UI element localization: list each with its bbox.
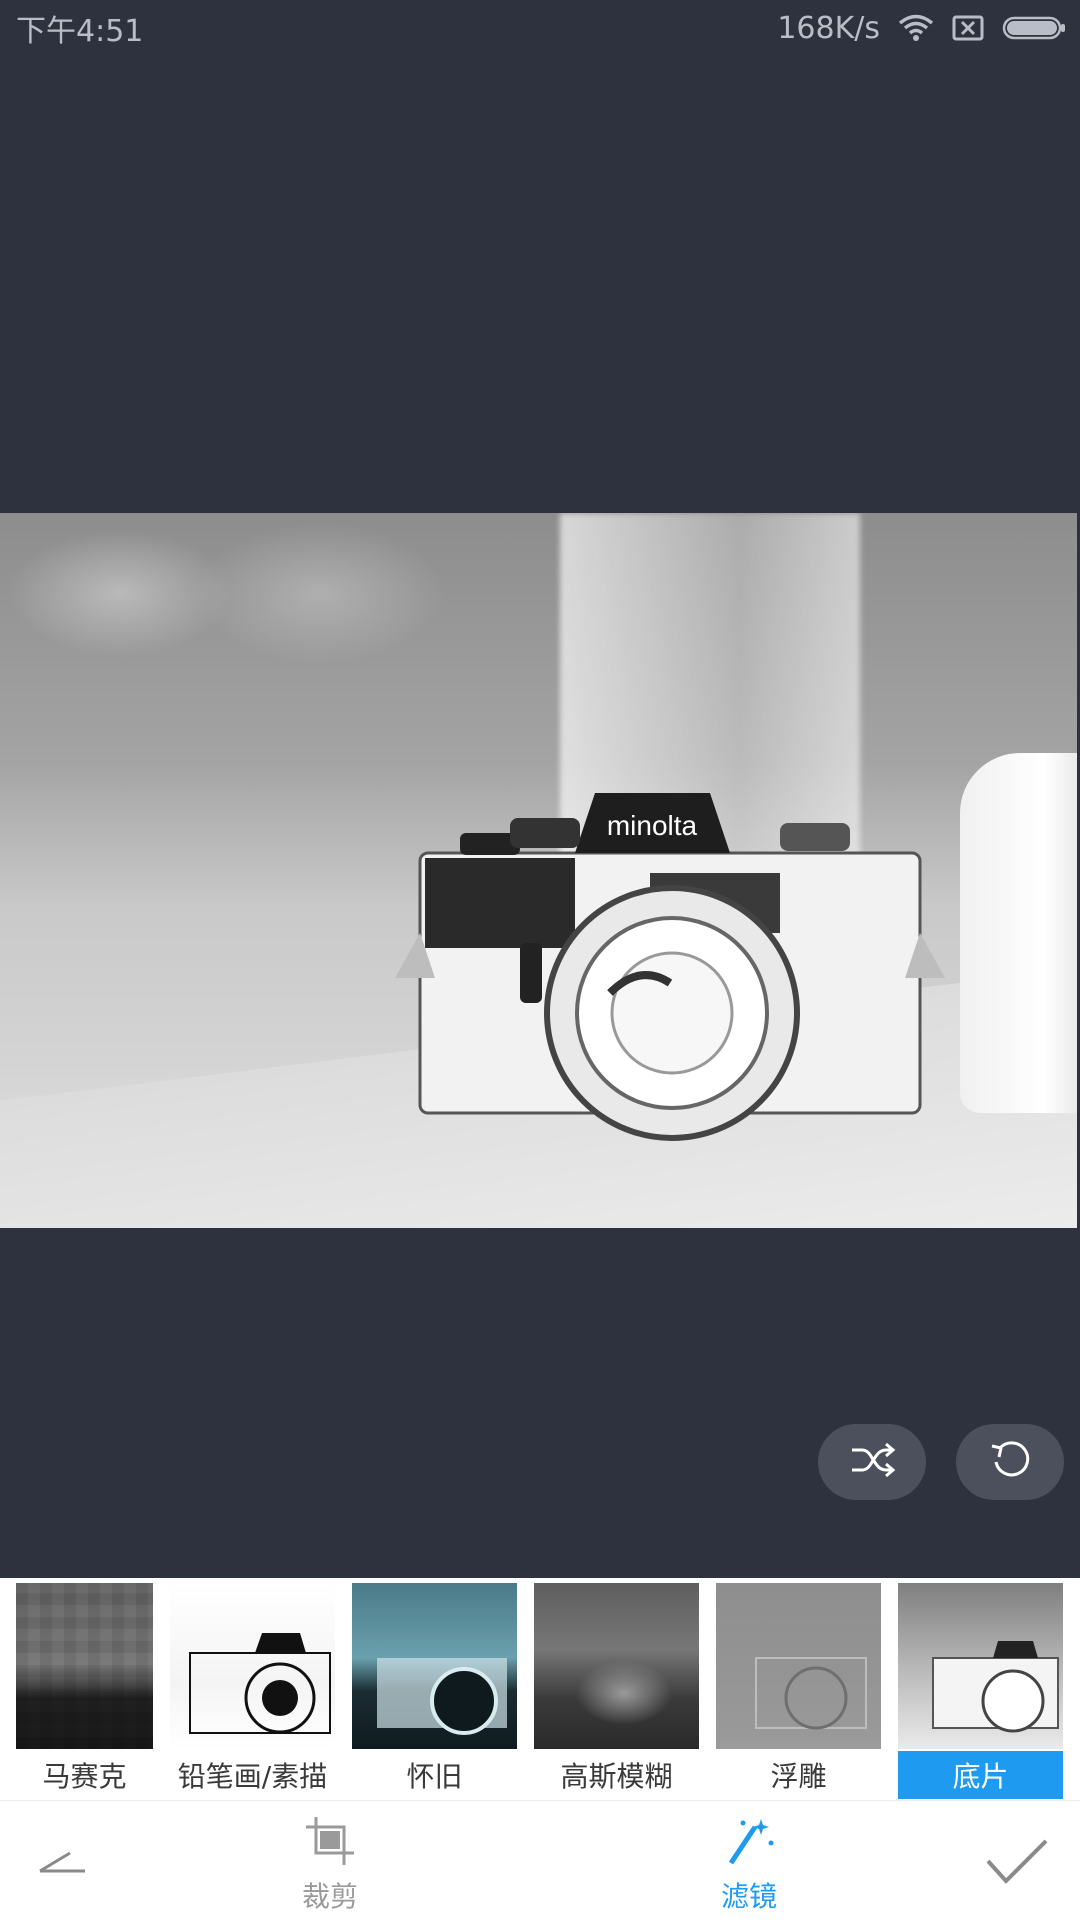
status-time: 下午4:51 (16, 14, 144, 49)
filter-tool-button[interactable]: 滤镜 (689, 1815, 809, 1915)
photo-bottle (960, 753, 1077, 1113)
crop-tool-button[interactable]: 裁剪 (270, 1815, 390, 1915)
filter-label: 怀旧 (352, 1751, 517, 1799)
no-sim-icon (952, 15, 984, 41)
filter-thumbnail (170, 1583, 335, 1749)
filter-thumbnail (352, 1583, 517, 1749)
filter-label-tool: 滤镜 (720, 1880, 777, 1913)
filter-label: 底片 (898, 1751, 1063, 1799)
filter-thumbnail (898, 1583, 1063, 1749)
filter-thumbnail (716, 1583, 881, 1749)
edited-photo: minolta (0, 513, 1077, 1228)
filter-label: 马赛克 (16, 1751, 153, 1799)
camera-brand: minolta (607, 810, 698, 841)
filter-label: 高斯模糊 (534, 1751, 699, 1799)
shuffle-icon (848, 1442, 896, 1482)
filter-strip: 马赛克 铅笔画/素描 怀旧 高斯模糊 浮雕 底片 (0, 1578, 1080, 1800)
filter-gaussian-blur[interactable]: 高斯模糊 (534, 1583, 699, 1799)
check-icon (982, 1839, 1052, 1895)
filter-thumbnail (16, 1583, 153, 1749)
filter-sketch[interactable]: 铅笔画/素描 (170, 1583, 335, 1799)
back-icon (30, 1851, 100, 1897)
filter-label: 铅笔画/素描 (170, 1751, 335, 1799)
crop-icon (302, 1815, 358, 1871)
battery-icon (1002, 15, 1066, 41)
status-right: 168K/s (777, 11, 1080, 46)
magic-wand-icon (721, 1815, 777, 1871)
network-speed: 168K/s (777, 10, 880, 46)
filter-emboss[interactable]: 浮雕 (716, 1583, 881, 1799)
filter-thumbnail (534, 1583, 699, 1749)
filter-label: 浮雕 (716, 1751, 881, 1799)
bottom-toolbar: 裁剪 滤镜 (0, 1800, 1080, 1921)
wifi-icon (898, 14, 934, 42)
back-button[interactable] (30, 1833, 100, 1893)
rotate-button[interactable] (956, 1424, 1064, 1500)
status-bar: 下午4:51 168K/s (0, 0, 1080, 56)
filter-vintage[interactable]: 怀旧 (352, 1583, 517, 1799)
filter-negative[interactable]: 底片 (898, 1583, 1063, 1799)
crop-label: 裁剪 (301, 1880, 358, 1913)
confirm-button[interactable] (982, 1831, 1052, 1891)
camera-illustration: minolta (395, 793, 945, 1141)
shuffle-button[interactable] (818, 1424, 926, 1500)
rotate-icon (988, 1438, 1032, 1486)
filter-mosaic[interactable]: 马赛克 (16, 1583, 153, 1799)
